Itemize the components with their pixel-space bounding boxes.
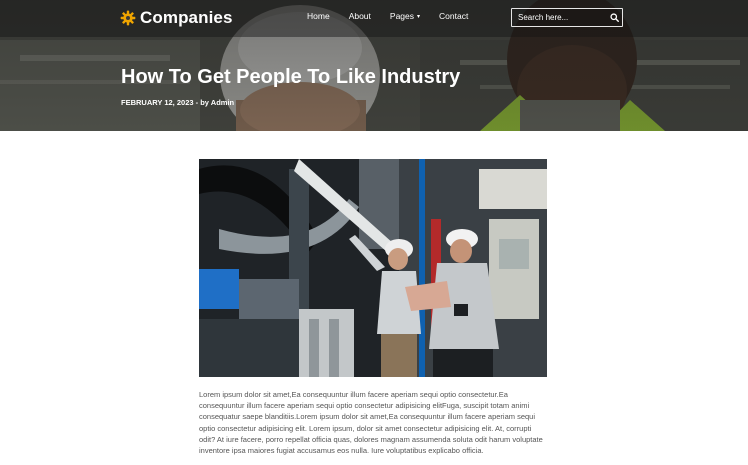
search-box — [511, 8, 623, 27]
search-button[interactable] — [606, 9, 622, 26]
search-input[interactable] — [512, 10, 606, 25]
nav-pages-dropdown[interactable]: Pages ▾ — [390, 11, 420, 21]
nav-home-link[interactable]: Home — [307, 11, 330, 21]
brand-logo[interactable]: Companies — [120, 7, 233, 29]
main-menu: Home About Pages ▾ Contact — [307, 11, 487, 21]
brand-name: Companies — [140, 8, 233, 27]
hero-banner: Companies Home About Pages ▾ Contact How… — [0, 0, 748, 131]
gear-icon — [120, 10, 136, 26]
nav-contact-link[interactable]: Contact — [439, 11, 468, 21]
search-icon — [609, 13, 619, 22]
chevron-down-icon: ▾ — [417, 13, 421, 20]
article-image — [199, 159, 547, 377]
top-navbar: Companies Home About Pages ▾ Contact — [0, 0, 748, 37]
nav-pages-label: Pages — [389, 11, 415, 21]
article-body: Lorem ipsum dolor sit amet,Ea consequunt… — [199, 390, 543, 456]
post-author: Admin — [210, 98, 235, 107]
post-title: How To Get People To Like Industry — [121, 66, 461, 88]
author-prefix: - by — [195, 98, 209, 107]
nav-about-link[interactable]: About — [349, 11, 371, 21]
post-date: FEBRUARY 12, 2023 — [121, 98, 194, 107]
post-meta: FEBRUARY 12, 2023 - by Admin — [121, 98, 234, 107]
